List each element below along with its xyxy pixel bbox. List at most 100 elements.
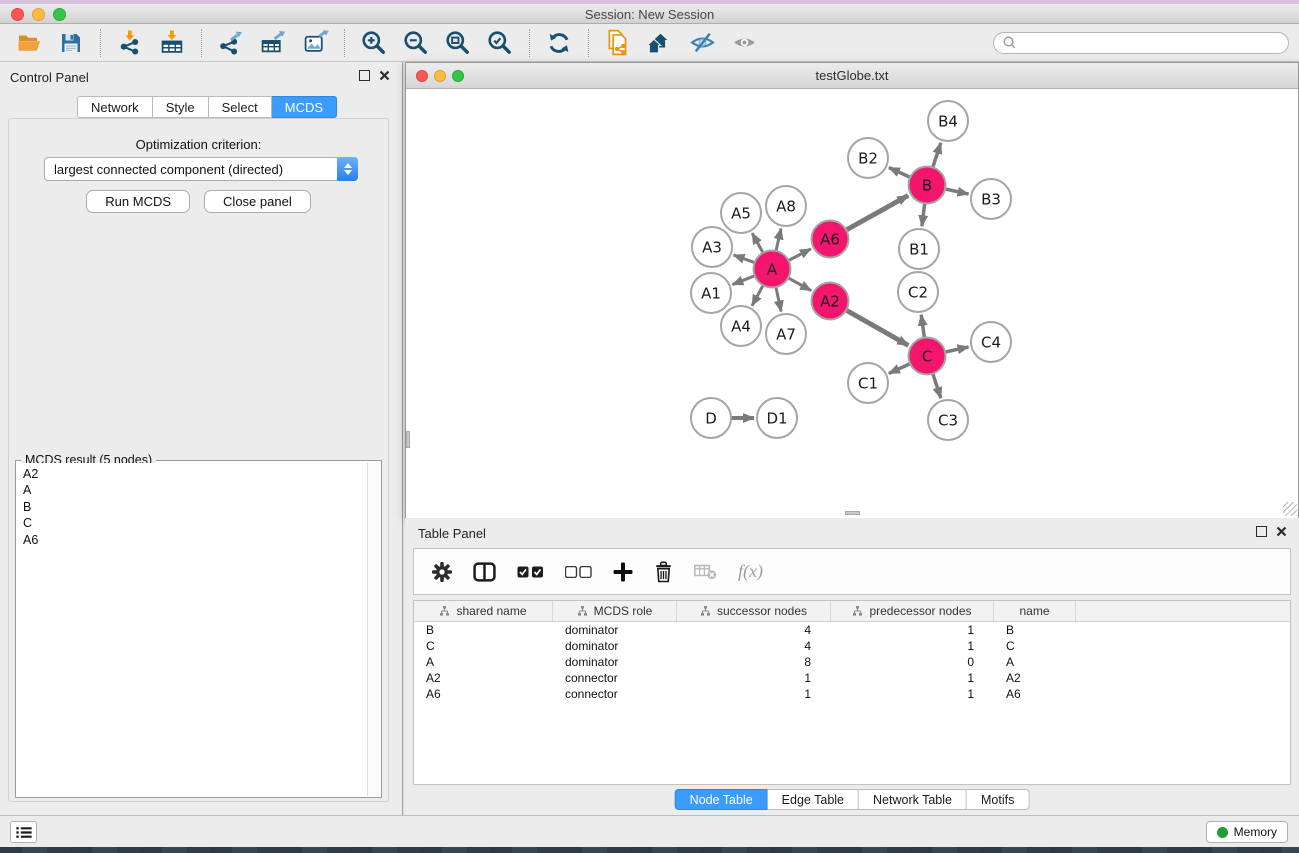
column-header-shared-name[interactable]: shared name	[414, 601, 553, 621]
svg-text:C: C	[922, 348, 932, 366]
mcds-result-item[interactable]: A6	[17, 532, 366, 548]
mcds-result-item[interactable]: B	[17, 499, 366, 515]
table-cell: A6	[994, 686, 1076, 702]
close-panel-button[interactable]: Close panel	[204, 190, 311, 213]
save-icon	[59, 31, 83, 55]
table-body: Bdominator41BCdominator41CAdominator80AA…	[414, 622, 1290, 702]
graph-node-A1[interactable]: A1	[691, 273, 731, 313]
float-panel-button[interactable]	[359, 70, 370, 81]
graph-node-C[interactable]: C	[909, 338, 946, 375]
show-column-button[interactable]	[473, 562, 496, 582]
refresh-view-button[interactable]	[542, 27, 576, 59]
open-file-button[interactable]	[12, 27, 46, 59]
graph-node-B[interactable]: B	[909, 167, 946, 204]
result-scrollbar[interactable]	[367, 463, 380, 796]
close-table-panel-icon[interactable]	[1276, 526, 1287, 537]
table-cell: A2	[414, 670, 553, 686]
tab-network[interactable]: Network	[77, 96, 153, 118]
graph-node-A8[interactable]: A8	[766, 186, 806, 226]
criterion-selected-value: largest connected component (directed)	[45, 162, 337, 177]
table-row[interactable]: A6connector11A6	[414, 686, 1290, 702]
zoom-in-button[interactable]	[357, 27, 391, 59]
column-header-predecessor-nodes[interactable]: predecessor nodes	[831, 601, 994, 621]
hide-graphics-details-button[interactable]	[685, 27, 719, 59]
svg-text:A5: A5	[731, 205, 751, 223]
export-table-button[interactable]	[256, 27, 290, 59]
import-table-button[interactable]	[155, 27, 189, 59]
table-row[interactable]: Adominator80A	[414, 654, 1290, 670]
graph-node-D[interactable]: D	[691, 398, 731, 438]
graph-node-B1[interactable]: B1	[899, 229, 939, 269]
graph-node-A2[interactable]: A2	[812, 283, 849, 320]
houses-button[interactable]	[643, 27, 677, 59]
tab-select[interactable]: Select	[209, 96, 272, 118]
fit-content-button[interactable]	[441, 27, 475, 59]
export-network-button[interactable]	[214, 27, 248, 59]
network-canvas[interactable]: B4 B2 B B3 A5 A8A6 B1 A3 A C2 A1 A2 A4A7 C4 C C1 C3 D D1	[406, 89, 1298, 518]
tab-motifs[interactable]: Motifs	[967, 789, 1029, 810]
graph-node-C3[interactable]: C3	[928, 400, 968, 440]
tab-network-table[interactable]: Network Table	[859, 789, 967, 810]
canvas-horizontal-scroll-thumb[interactable]	[845, 511, 860, 515]
zoom-selected-button[interactable]	[483, 27, 517, 59]
mcds-result-item[interactable]: A2	[17, 466, 366, 482]
task-history-button[interactable]	[10, 821, 37, 843]
search-box[interactable]	[993, 32, 1289, 54]
graph-node-A5[interactable]: A5	[721, 193, 761, 233]
column-header-successor-nodes[interactable]: successor nodes	[677, 601, 831, 621]
select-all-columns-button[interactable]	[517, 566, 544, 578]
graph-node-A3[interactable]: A3	[692, 227, 732, 267]
tab-edge-table[interactable]: Edge Table	[768, 789, 859, 810]
window-resize-grip[interactable]	[1283, 502, 1297, 516]
zoom-out-button[interactable]	[399, 27, 433, 59]
memory-button[interactable]: Memory	[1206, 821, 1288, 843]
close-panel-icon[interactable]	[379, 70, 390, 81]
graph-node-C1[interactable]: C1	[848, 363, 888, 403]
mcds-result-item[interactable]: C	[17, 515, 366, 531]
open-folder-icon	[16, 31, 43, 55]
table-settings-button[interactable]	[432, 562, 452, 582]
graph-node-B2[interactable]: B2	[848, 138, 888, 178]
search-input[interactable]	[1022, 36, 1280, 50]
tab-style[interactable]: Style	[153, 96, 209, 118]
graph-node-B4[interactable]: B4	[928, 101, 968, 141]
column-header-mcds-role[interactable]: MCDS role	[553, 601, 677, 621]
mcds-result-item[interactable]: A	[17, 482, 366, 498]
graph-node-C4[interactable]: C4	[971, 322, 1011, 362]
graph-node-A4[interactable]: A4	[721, 306, 761, 346]
svg-text:A3: A3	[702, 239, 722, 257]
tab-node-table[interactable]: Node Table	[675, 789, 768, 810]
graph-node-A6[interactable]: A6	[812, 221, 849, 258]
deselect-all-columns-button[interactable]	[565, 566, 592, 578]
export-image-button[interactable]	[298, 27, 332, 59]
network-from-document-button[interactable]	[601, 27, 635, 59]
table-cell: 4	[677, 638, 831, 654]
graph-node-C2[interactable]: C2	[898, 272, 938, 312]
import-network-button[interactable]	[113, 27, 147, 59]
delete-table-button[interactable]	[694, 564, 717, 580]
toolbar-separator	[588, 29, 589, 57]
table-row[interactable]: Bdominator41B	[414, 622, 1290, 638]
show-graphics-details-button[interactable]	[727, 27, 761, 59]
table-row[interactable]: Cdominator41C	[414, 638, 1290, 654]
list-icon	[15, 825, 33, 840]
eye-slash-icon	[689, 30, 716, 55]
table-row[interactable]: A2connector11A2	[414, 670, 1290, 686]
network-window-titlebar[interactable]: testGlobe.txt	[406, 63, 1298, 89]
canvas-vertical-scroll-thumb[interactable]	[406, 431, 410, 448]
column-header-name[interactable]: name	[994, 601, 1076, 621]
graph-node-A7[interactable]: A7	[766, 314, 806, 354]
delete-column-button[interactable]	[654, 561, 673, 583]
tab-mcds[interactable]: MCDS	[272, 96, 337, 118]
table-cell: A	[994, 654, 1076, 670]
save-session-button[interactable]	[54, 27, 88, 59]
float-table-panel-button[interactable]	[1256, 526, 1267, 537]
function-builder-button[interactable]: f(x)	[738, 561, 763, 582]
table-cell: connector	[553, 670, 677, 686]
graph-node-B3[interactable]: B3	[971, 179, 1011, 219]
run-mcds-button[interactable]: Run MCDS	[86, 190, 190, 213]
graph-node-A[interactable]: A	[754, 251, 791, 288]
create-column-button[interactable]	[613, 562, 633, 582]
graph-node-D1[interactable]: D1	[757, 398, 797, 438]
criterion-select[interactable]: largest connected component (directed)	[44, 157, 358, 181]
